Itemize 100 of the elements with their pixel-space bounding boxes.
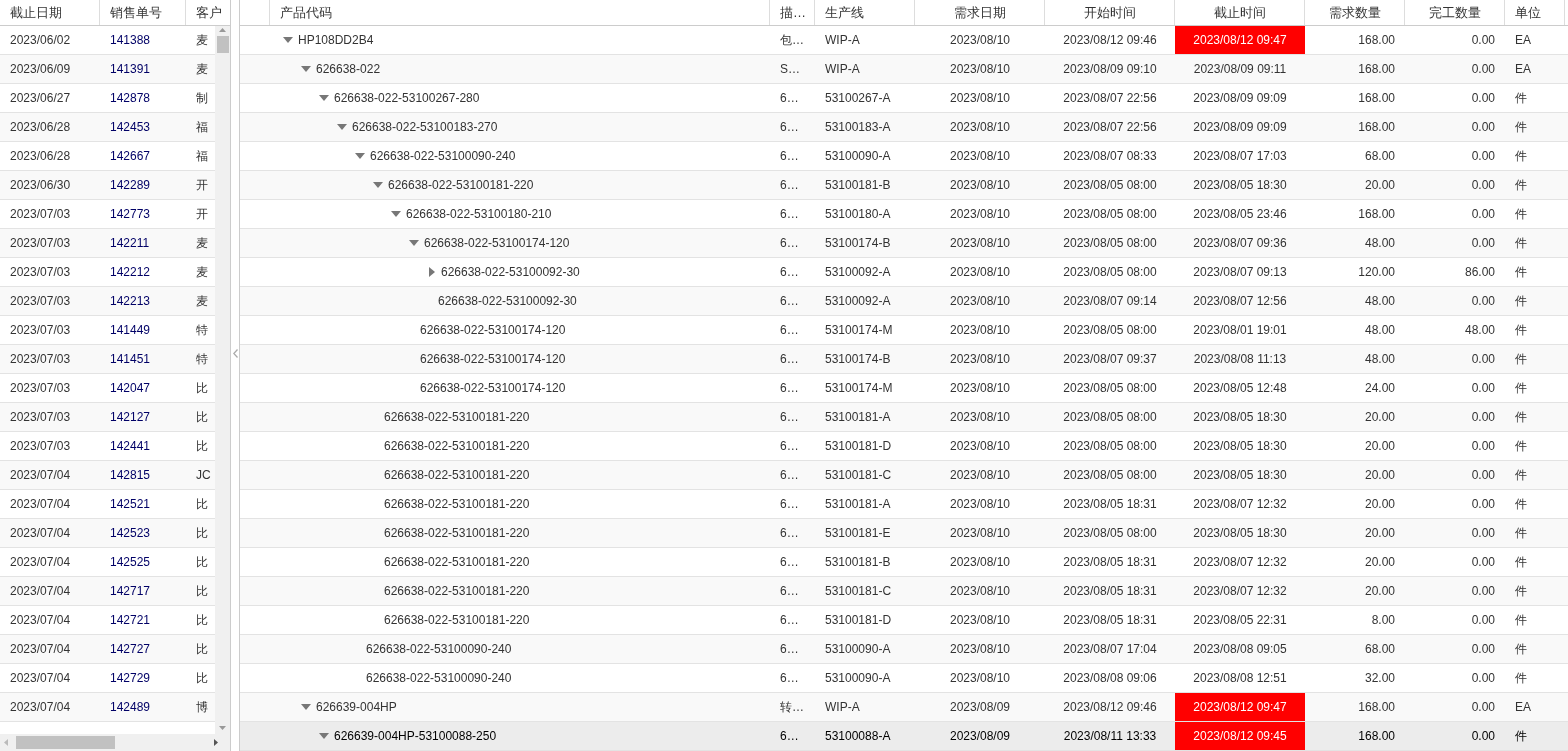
column-header[interactable]: 销售单号	[100, 0, 186, 25]
table-cell-text: 142212	[109, 264, 152, 281]
table-cell-text: 2023/08/09	[948, 728, 1012, 745]
table-cell-text: 2023/08/10	[948, 670, 1012, 687]
table-cell-text: 件	[1514, 728, 1528, 745]
tree-row[interactable]: 626639-004HP-53100088-250 6… 53100088-A 2023/08/09 2023/08/11 13:33 2023/08/12 09:45 168.00 0.00 件	[240, 722, 1568, 751]
table-cell-text: 6…	[779, 438, 800, 455]
scroll-up-icon[interactable]	[219, 28, 226, 32]
table-cell-text: 件	[1514, 670, 1528, 687]
table-cell-text: 142717	[109, 583, 152, 600]
scrollbar-thumb[interactable]	[16, 736, 115, 749]
table-cell-text: 2023/08/10	[948, 177, 1012, 194]
table-cell-text: 20.00	[1363, 554, 1396, 571]
table-cell-text: 2023/06/30	[9, 177, 72, 194]
table-cell-text: 168.00	[1357, 32, 1396, 49]
table-cell-text: 6…	[779, 728, 800, 745]
table-cell-text: 2023/07/04	[9, 641, 72, 658]
collapse-caret-icon[interactable]	[409, 240, 419, 246]
tree-row[interactable]: 626638-022-53100174-120 6… 53100174-B 2023/08/10 2023/08/07 09:37 2023/08/08 11:13 48.00 0.00 件	[240, 345, 1568, 374]
column-header[interactable]: 单位	[1505, 0, 1565, 25]
table-cell-text: 6…	[779, 641, 800, 658]
tree-row[interactable]: 626638-022-53100181-220 6… 53100181-B 2023/08/10 2023/08/05 08:00 2023/08/05 18:30 20.00 0.00 件	[240, 171, 1568, 200]
collapse-caret-icon[interactable]	[319, 95, 329, 101]
collapse-caret-icon[interactable]	[283, 37, 293, 43]
table-cell-text: 2023/08/05 18:30	[1192, 525, 1288, 542]
table-cell-text: 转…	[779, 699, 805, 716]
column-header[interactable]: 需求日期	[915, 0, 1045, 25]
tree-row[interactable]: 626638-022-53100174-120 6… 53100174-B 2023/08/10 2023/08/05 08:00 2023/08/07 09:36 48.00 0.00 件	[240, 229, 1568, 258]
table-cell-text: 48.00	[1363, 351, 1396, 368]
collapse-caret-icon[interactable]	[301, 704, 311, 710]
collapse-caret-icon[interactable]	[319, 733, 329, 739]
table-cell-text: 2023/07/03	[9, 409, 72, 426]
table-cell-text: 2023/07/04	[9, 670, 72, 687]
table-cell-text: 6…	[779, 583, 800, 600]
table-cell-text: 0.00	[1470, 293, 1496, 310]
table-cell-text: 20.00	[1363, 177, 1396, 194]
table-cell-text: 168.00	[1357, 728, 1396, 745]
tree-row[interactable]: HP108DD2B4 包… WIP-A 2023/08/10 2023/08/12 09:46 2023/08/12 09:47 168.00 0.00 EA	[240, 26, 1568, 55]
table-cell-text: 麦	[195, 61, 208, 78]
table-cell-text: 2023/08/10	[948, 90, 1012, 107]
scroll-down-icon[interactable]	[219, 726, 226, 730]
tree-row[interactable]: 626638-022-53100090-240 6… 53100090-A 2023/08/10 2023/08/07 17:04 2023/08/08 09:05 68.00 0.00 件	[240, 635, 1568, 664]
tree-row[interactable]: 626638-022 S… WIP-A 2023/08/10 2023/08/09 09:10 2023/08/09 09:11 168.00 0.00 EA	[240, 55, 1568, 84]
scrollbar-thumb[interactable]	[216, 36, 229, 53]
table-cell-text: 142211	[109, 235, 151, 252]
table-cell-text: 142289	[109, 177, 152, 194]
table-cell-text: 2023/07/04	[9, 554, 72, 571]
table-cell-text: 2023/06/28	[9, 119, 72, 136]
table-cell-text: 6…	[779, 264, 800, 281]
collapse-caret-icon[interactable]	[391, 211, 401, 217]
table-cell-text: 2023/08/10	[948, 119, 1012, 136]
table-cell-text: 2023/07/04	[9, 467, 72, 484]
table-cell-text: 142523	[109, 525, 152, 542]
table-cell-text: 0.00	[1470, 119, 1496, 136]
column-header[interactable]: 截止日期	[0, 0, 100, 25]
table-cell-text: 142489	[109, 699, 152, 716]
table-cell-text: 麦	[195, 264, 208, 281]
table-cell-text: 比	[195, 583, 208, 600]
chevron-left-icon[interactable]	[232, 348, 238, 358]
tree-row[interactable]: 626638-022-53100181-220 6… 53100181-E 2023/08/10 2023/08/05 08:00 2023/08/05 18:30 20.00 0.00 件	[240, 519, 1568, 548]
horizontal-scrollbar[interactable]	[0, 734, 230, 751]
table-cell-text: 2023/08/10	[948, 206, 1012, 223]
column-header[interactable]: 需求数量	[1305, 0, 1405, 25]
table-cell-text: 2023/08/05 08:00	[1062, 264, 1158, 281]
product-code: 626638-022-53100183-270	[352, 119, 498, 136]
collapse-caret-icon[interactable]	[355, 153, 365, 159]
table-cell-text: 2023/08/05 08:00	[1062, 525, 1158, 542]
tree-row[interactable]: 626638-022-53100183-270 6… 53100183-A 2023/08/10 2023/08/07 22:56 2023/08/09 09:09 168.00 0.00 件	[240, 113, 1568, 142]
table-cell-text: 麦	[195, 32, 208, 49]
tree-row[interactable]: 626638-022-53100092-30 6… 53100092-A 2023/08/10 2023/08/07 09:14 2023/08/07 12:56 48.00 0.00 件	[240, 287, 1568, 316]
product-code: 626638-022-53100181-220	[384, 438, 530, 455]
table-cell-text: 6…	[779, 380, 800, 397]
vertical-scrollbar[interactable]	[215, 26, 230, 734]
table-cell-text: 2023/07/04	[9, 699, 72, 716]
column-header[interactable]: 截止时间	[1175, 0, 1305, 25]
table-cell-text: 53100181-B	[824, 554, 892, 571]
column-header[interactable]: 完工数量	[1405, 0, 1505, 25]
scroll-right-icon[interactable]	[214, 739, 218, 746]
table-cell-text: 6…	[779, 293, 800, 310]
column-header[interactable]: 产品代码	[270, 0, 770, 25]
product-code: 626639-004HP	[316, 699, 397, 716]
collapse-caret-icon[interactable]	[373, 182, 383, 188]
expand-caret-icon[interactable]	[429, 267, 435, 277]
collapse-caret-icon[interactable]	[301, 66, 311, 72]
tree-row[interactable]: 626638-022-53100181-220 6… 53100181-C 2023/08/10 2023/08/05 08:00 2023/08/05 18:30 20.00 0.00 件	[240, 461, 1568, 490]
column-header[interactable]: 客户	[186, 0, 230, 25]
collapse-caret-icon[interactable]	[337, 124, 347, 130]
product-code: 626638-022-53100174-120	[420, 322, 566, 339]
tree-row[interactable]: 626638-022-53100181-220 6… 53100181-A 2023/08/10 2023/08/05 08:00 2023/08/05 18:30 20.00 0.00 件	[240, 403, 1568, 432]
table-cell-text: 20.00	[1363, 409, 1396, 426]
tree-row[interactable]: 626638-022-53100181-220 6… 53100181-C 2023/08/10 2023/08/05 18:31 2023/08/07 12:32 20.00 0.00 件	[240, 577, 1568, 606]
column-header[interactable]: 生产线	[815, 0, 915, 25]
column-header[interactable]: 开始时间	[1045, 0, 1175, 25]
column-header[interactable]: 描…	[770, 0, 815, 25]
table-cell-text: 2023/08/11 13:33	[1062, 728, 1158, 745]
table-cell-text: 0.00	[1470, 380, 1496, 397]
table-cell-text: 53100180-A	[824, 206, 892, 223]
tree-row[interactable]: 626639-004HP 转… WIP-A 2023/08/09 2023/08/12 09:46 2023/08/12 09:47 168.00 0.00 EA	[240, 693, 1568, 722]
product-code: 626638-022-53100181-220	[384, 467, 530, 484]
table-cell-text: 2023/08/05 08:00	[1062, 438, 1158, 455]
